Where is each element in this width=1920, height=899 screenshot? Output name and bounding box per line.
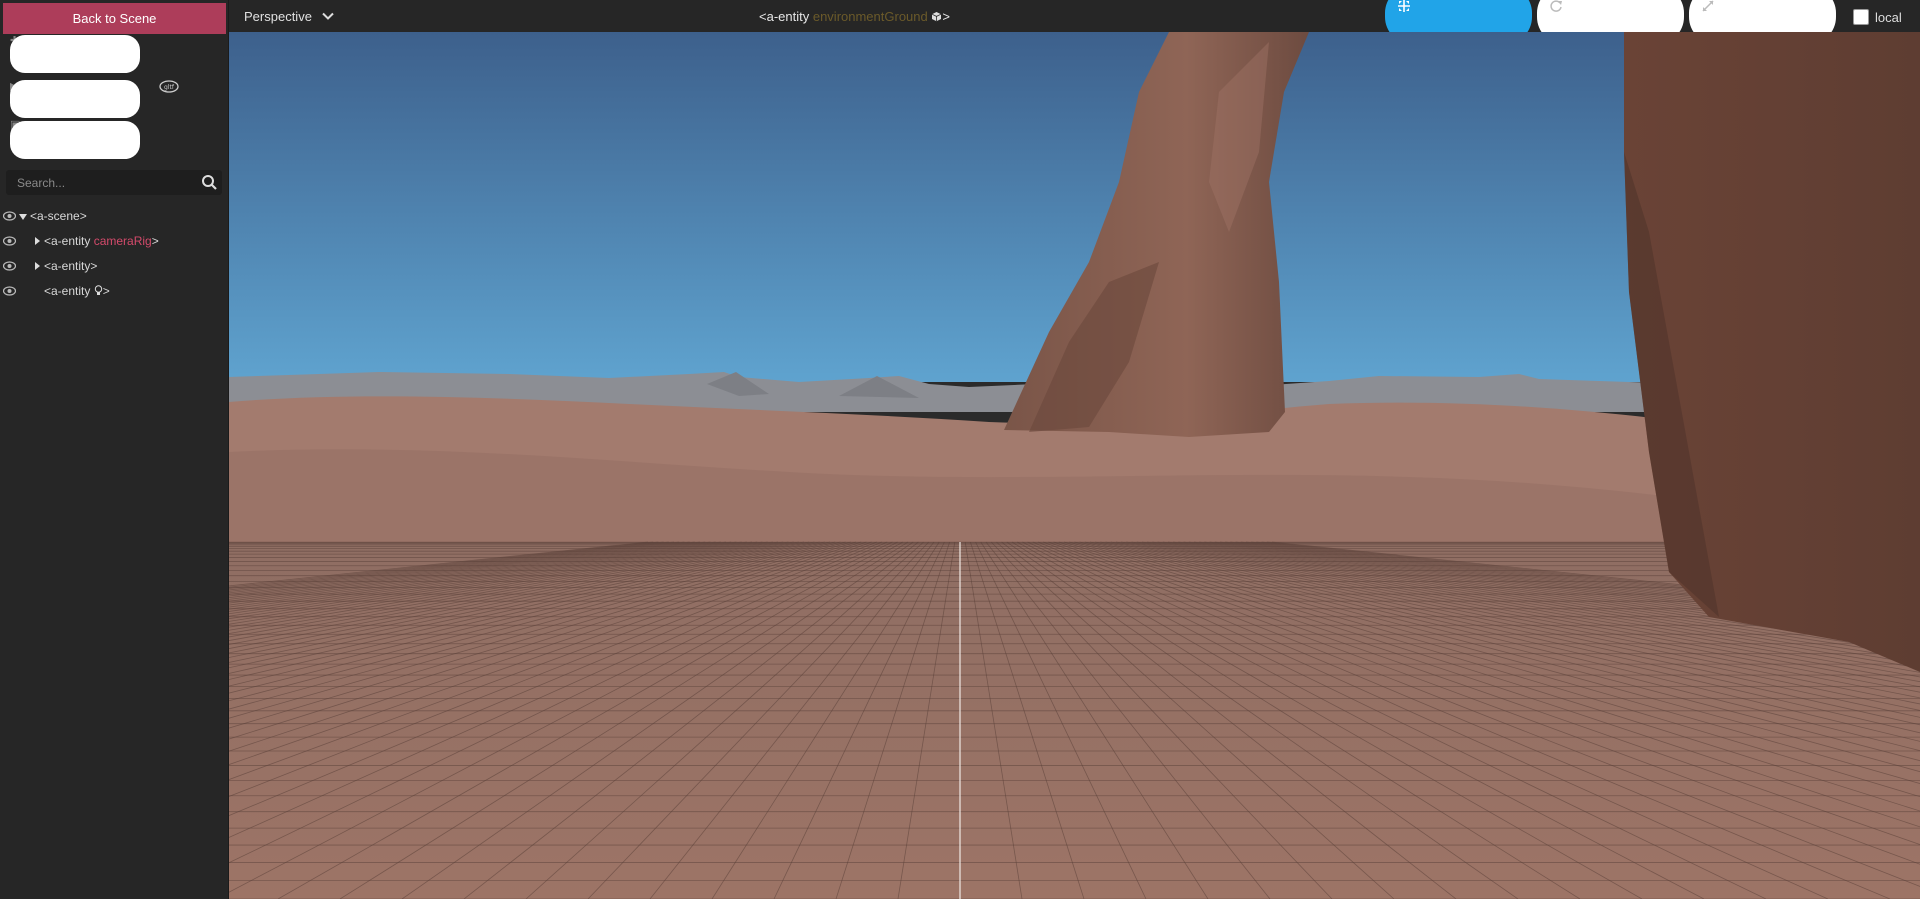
scene-graph-panel: Back to Scene ✚ ▶ ▣ gltf < <box>0 0 229 899</box>
scale-icon <box>1702 0 1714 12</box>
scene-render[interactable] <box>229 32 1920 899</box>
local-toggle[interactable]: local <box>1853 9 1902 25</box>
gltf-icon[interactable]: gltf <box>159 80 179 93</box>
caret-down-icon[interactable] <box>19 214 27 220</box>
caret-right-icon[interactable] <box>35 237 40 245</box>
3d-viewport[interactable] <box>229 32 1920 899</box>
lightbulb-icon <box>94 285 102 295</box>
local-label: local <box>1875 9 1902 25</box>
tree-item-label: <a-entity cameraRig> <box>44 234 159 248</box>
caret-right-icon[interactable] <box>35 262 40 270</box>
move-icon <box>1398 0 1410 12</box>
camera-select[interactable]: Perspective <box>244 6 334 26</box>
eye-icon[interactable] <box>3 261 16 271</box>
chevron-down-icon <box>322 12 334 20</box>
rotate-icon <box>1550 0 1562 12</box>
tree-item-camera-rig[interactable]: <a-entity cameraRig> <box>0 230 229 254</box>
tree-item-light[interactable]: <a-entity > <box>0 280 229 304</box>
local-checkbox[interactable] <box>1853 9 1869 25</box>
tree-item-scene[interactable]: <a-scene> <box>0 205 229 229</box>
back-to-scene-button[interactable]: Back to Scene <box>3 3 226 34</box>
eye-icon[interactable] <box>3 286 16 296</box>
screenshot-row: ▣ <box>0 118 229 163</box>
play-button[interactable] <box>10 80 140 118</box>
tree-item-entity[interactable]: <a-entity> <box>0 255 229 279</box>
inspector-app: Back to Scene ✚ ▶ ▣ gltf < <box>0 0 1920 899</box>
add-entity-button[interactable] <box>10 35 140 73</box>
viewport-toolbar: Perspective <a-entity environmentGround … <box>229 0 1920 44</box>
tree-item-label: <a-entity> <box>44 259 98 273</box>
screenshot-button[interactable] <box>10 121 140 159</box>
cube-icon <box>932 12 942 22</box>
search-input[interactable] <box>6 170 196 195</box>
add-entity-row: ✚ <box>0 34 229 79</box>
tree-item-label: <a-entity > <box>44 284 110 298</box>
search-icon[interactable] <box>201 174 218 191</box>
svg-text:gltf: gltf <box>164 84 175 91</box>
selected-entity-title: <a-entity environmentGround > <box>759 9 950 24</box>
camera-select-value: Perspective <box>244 8 312 24</box>
eye-icon[interactable] <box>3 236 16 246</box>
tree-item-label: <a-scene> <box>30 209 87 223</box>
search-box <box>6 170 222 195</box>
eye-icon[interactable] <box>3 211 16 221</box>
